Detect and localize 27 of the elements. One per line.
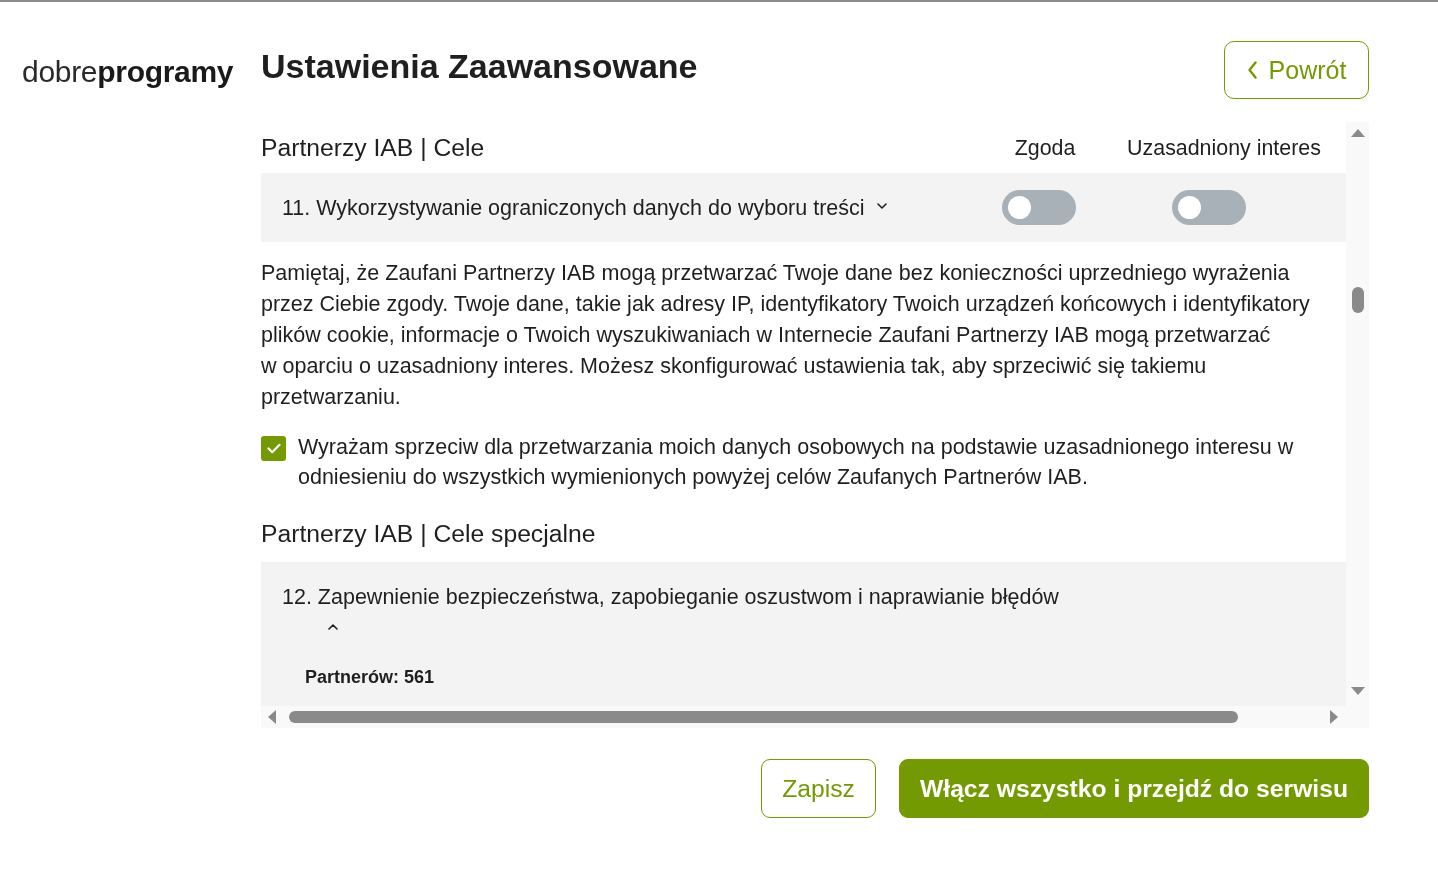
scroll-up-icon[interactable]: [1350, 129, 1365, 137]
accept-all-button[interactable]: Włącz wszystko i przejdź do serwisu: [898, 759, 1369, 818]
column-header: Zgoda: [1014, 134, 1076, 161]
partners-count: Partnerów: 561: [305, 666, 435, 688]
back-button[interactable]: Powrót: [1224, 41, 1369, 99]
toggle-switch[interactable]: [1172, 190, 1246, 225]
purpose-expand-button[interactable]: 12. Zapewnienie bezpieczeństwa, zapobieganie oszustwom i naprawianie błędów: [282, 582, 1059, 630]
section-heading: Partnerzy IAB | Cele specjalne: [261, 519, 597, 549]
vertical-scrollbar[interactable]: [1346, 122, 1369, 706]
horizontal-scrollbar[interactable]: [261, 706, 1369, 728]
section-heading: Partnerzy IAB | Cele: [261, 132, 486, 163]
check-icon: [266, 443, 281, 454]
toggle-switch[interactable]: [1002, 190, 1076, 225]
site-logo: dobreprogramy: [22, 55, 234, 89]
column-header: Uzasadniony interes: [1127, 134, 1321, 161]
scroll-right-icon[interactable]: [1330, 710, 1338, 724]
scrollbar-thumb[interactable]: [289, 711, 1238, 723]
purpose-expand-button[interactable]: 11. Wykorzystywanie ograniczonych danych do wyboru treści: [282, 192, 887, 223]
chevron-left-icon: [1246, 61, 1257, 79]
scroll-down-icon[interactable]: [1350, 687, 1365, 695]
notice-text: Pamiętaj, że Zaufani Partnerzy IAB mogą przetwarzać Twoje dane bez konieczności uprzedniego wyrażenia przez Ciebie zgody. Twoje dane, takie jak adresy IP, identyfikatory Twoich urządzeń końcowych i identyfikatory plików cookie, informacje o Twoich wyszukiwaniach w Internecie Zaufani Partnerzy IAB mogą przetwarzać w oparciu o uzasadniony interes. Możesz skonfigurować ustawienia tak, aby sprzeciwić się takiemu przetwarzaniu.: [261, 260, 1311, 411]
checkbox[interactable]: [261, 436, 286, 461]
page-title: Ustawienia Zaawansowane: [261, 46, 698, 86]
checkbox-label: Wyrażam sprzeciw dla przetwarzania moich danych osobowych na podstawie uzasadnionego interesu w odniesieniu do wszystkich wymienionych powyżej celów Zaufanych Partnerów IAB.: [298, 434, 1295, 491]
scroll-left-icon[interactable]: [268, 710, 276, 724]
scrollbar-thumb[interactable]: [1351, 287, 1364, 313]
save-button[interactable]: Zapisz: [761, 759, 876, 818]
